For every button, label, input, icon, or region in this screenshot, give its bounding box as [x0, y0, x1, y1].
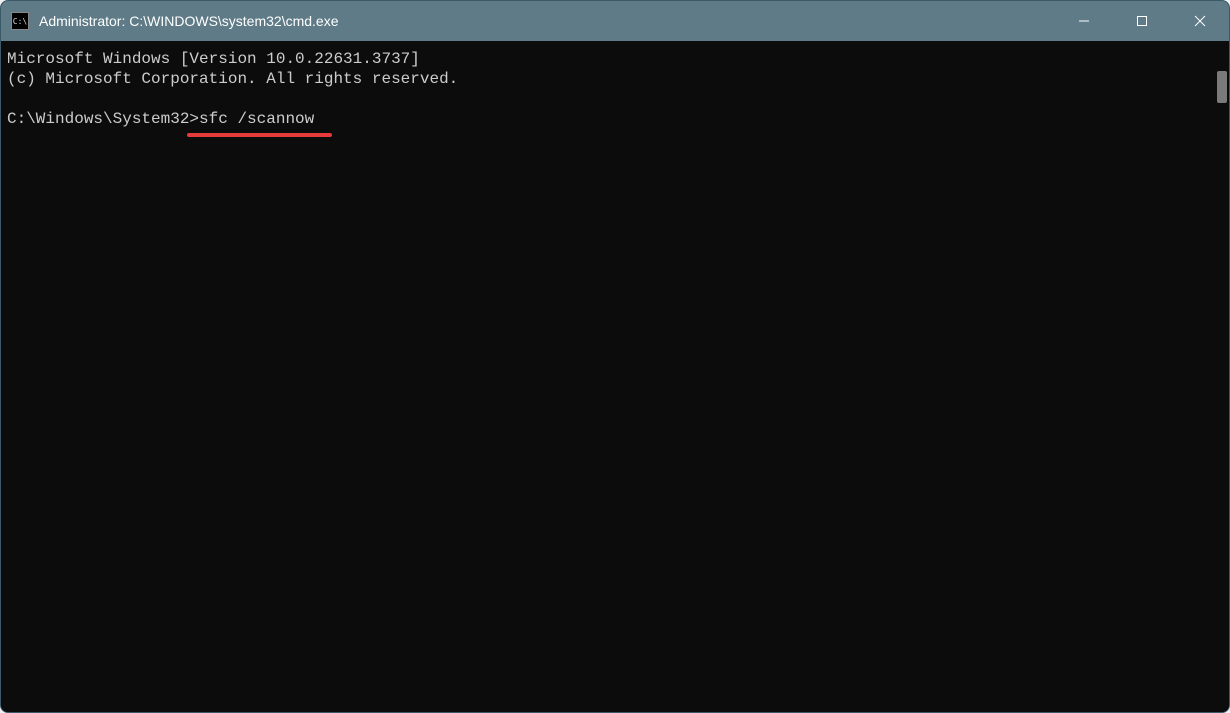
command-text: sfc /scannow [199, 110, 314, 128]
red-underline-annotation [187, 133, 332, 137]
cmd-icon-label: C:\ [13, 17, 27, 26]
scrollbar[interactable] [1211, 41, 1229, 712]
minimize-icon [1078, 15, 1090, 27]
scrollbar-thumb[interactable] [1217, 71, 1227, 103]
cmd-icon: C:\ [11, 12, 29, 30]
terminal-area: Microsoft Windows [Version 10.0.22631.37… [1, 41, 1229, 712]
titlebar[interactable]: C:\ Administrator: C:\WINDOWS\system32\c… [1, 1, 1229, 41]
maximize-icon [1136, 15, 1148, 27]
prompt-text: C:\Windows\System32> [7, 110, 199, 128]
terminal-output[interactable]: Microsoft Windows [Version 10.0.22631.37… [1, 41, 1211, 712]
copyright-line: (c) Microsoft Corporation. All rights re… [7, 70, 458, 88]
prompt-line: C:\Windows\System32>sfc /scannow [7, 109, 314, 129]
minimize-button[interactable] [1055, 1, 1113, 41]
window-title: Administrator: C:\WINDOWS\system32\cmd.e… [39, 13, 1055, 29]
version-line: Microsoft Windows [Version 10.0.22631.37… [7, 50, 420, 68]
close-icon [1194, 15, 1206, 27]
close-button[interactable] [1171, 1, 1229, 41]
cmd-window: C:\ Administrator: C:\WINDOWS\system32\c… [0, 0, 1230, 713]
window-controls [1055, 1, 1229, 41]
maximize-button[interactable] [1113, 1, 1171, 41]
